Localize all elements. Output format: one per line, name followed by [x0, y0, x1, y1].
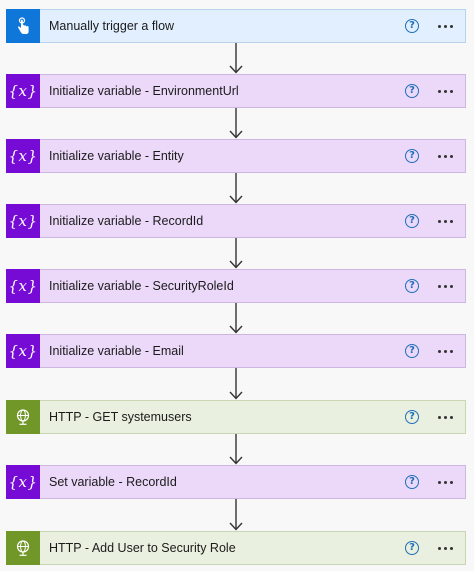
more-options-icon[interactable]	[436, 543, 455, 554]
flow-step-init-entity[interactable]: {x} Initialize variable - Entity ?	[6, 138, 466, 173]
variable-icon: {x}	[6, 464, 40, 499]
more-options-icon[interactable]	[436, 346, 455, 357]
globe-icon	[6, 399, 40, 434]
globe-icon	[6, 530, 40, 565]
connector-arrow	[229, 173, 243, 204]
variable-icon: {x}	[6, 138, 40, 173]
step-title: Initialize variable - SecurityRoleId	[49, 279, 234, 293]
help-icon[interactable]: ?	[405, 344, 419, 358]
help-icon[interactable]: ?	[405, 475, 419, 489]
touch-hand-icon	[6, 8, 40, 43]
step-title: Set variable - RecordId	[49, 475, 177, 489]
variable-icon: {x}	[6, 203, 40, 238]
step-title: Initialize variable - Email	[49, 344, 184, 358]
help-icon[interactable]: ?	[405, 19, 419, 33]
help-icon[interactable]: ?	[405, 410, 419, 424]
connector-arrow	[229, 43, 243, 74]
flow-step-init-environmenturl[interactable]: {x} Initialize variable - EnvironmentUrl…	[6, 73, 466, 108]
more-options-icon[interactable]	[436, 281, 455, 292]
help-icon[interactable]: ?	[405, 84, 419, 98]
variable-icon: {x}	[6, 73, 40, 108]
connector-arrow	[229, 434, 243, 465]
more-options-icon[interactable]	[436, 216, 455, 227]
help-icon[interactable]: ?	[405, 541, 419, 555]
step-title: Manually trigger a flow	[49, 19, 175, 33]
flow-canvas: Manually trigger a flow ? {x} Initialize…	[0, 0, 474, 571]
help-icon[interactable]: ?	[405, 214, 419, 228]
flow-step-http-add-user-to-security-role[interactable]: HTTP - Add User to Security Role ?	[6, 530, 466, 565]
flow-step-init-recordid[interactable]: {x} Initialize variable - RecordId ?	[6, 203, 466, 238]
step-title: Initialize variable - RecordId	[49, 214, 204, 228]
more-options-icon[interactable]	[436, 86, 455, 97]
more-options-icon[interactable]	[436, 21, 455, 32]
help-icon[interactable]: ?	[405, 279, 419, 293]
flow-step-set-recordid[interactable]: {x} Set variable - RecordId ?	[6, 464, 466, 499]
more-options-icon[interactable]	[436, 412, 455, 423]
flow-step-init-securityroleid[interactable]: {x} Initialize variable - SecurityRoleId…	[6, 268, 466, 303]
help-icon[interactable]: ?	[405, 149, 419, 163]
more-options-icon[interactable]	[436, 151, 455, 162]
step-title: Initialize variable - EnvironmentUrl	[49, 84, 239, 98]
connector-arrow	[229, 108, 243, 139]
connector-arrow	[229, 499, 243, 531]
flow-step-manual-trigger[interactable]: Manually trigger a flow ?	[6, 8, 466, 43]
flow-step-http-get-systemusers[interactable]: HTTP - GET systemusers ?	[6, 399, 466, 434]
step-title: Initialize variable - Entity	[49, 149, 184, 163]
flow-step-init-email[interactable]: {x} Initialize variable - Email ?	[6, 333, 466, 368]
variable-icon: {x}	[6, 333, 40, 368]
variable-icon: {x}	[6, 268, 40, 303]
connector-arrow	[229, 303, 243, 334]
connector-arrow	[229, 368, 243, 400]
step-title: HTTP - Add User to Security Role	[49, 541, 236, 555]
more-options-icon[interactable]	[436, 477, 455, 488]
connector-arrow	[229, 238, 243, 269]
step-title: HTTP - GET systemusers	[49, 410, 192, 424]
